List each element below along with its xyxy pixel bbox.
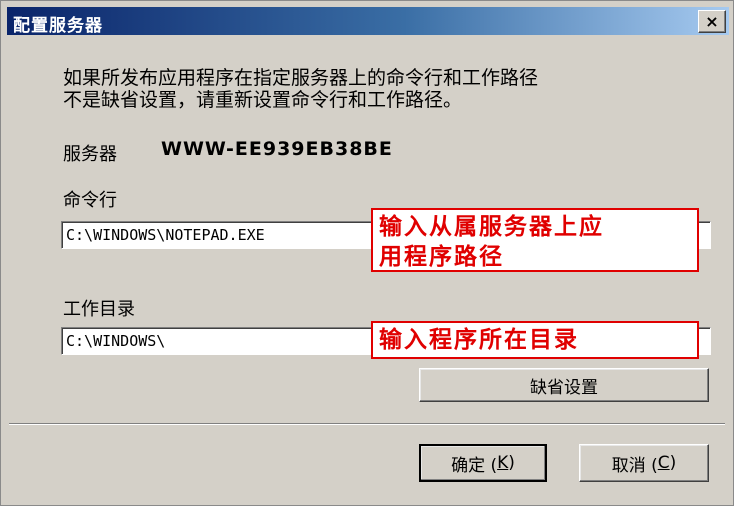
description-line-2: 不是缺省设置，请重新设置命令行和工作路径。: [63, 89, 463, 111]
annotation-line-1: 输入从属服务器上应: [379, 214, 604, 240]
description-text: 如果所发布应用程序在指定服务器上的命令行和工作路径 不是缺省设置，请重新设置命令…: [63, 67, 703, 111]
close-icon: ×: [705, 11, 719, 31]
ok-close: ): [508, 453, 515, 473]
command-line-annotation: 输入从属服务器上应 用程序路径: [371, 208, 699, 272]
work-dir-annotation: 输入程序所在目录: [371, 321, 699, 359]
window-title: 配置服务器: [13, 16, 103, 36]
server-label: 服务器: [63, 144, 117, 165]
cancel-button[interactable]: 取消 (C): [579, 444, 709, 482]
default-settings-button[interactable]: 缺省设置: [419, 368, 709, 402]
work-dir-label: 工作目录: [63, 299, 135, 320]
annotation-line-2: 用程序路径: [379, 244, 504, 270]
command-line-label: 命令行: [63, 190, 117, 211]
title-bar[interactable]: 配置服务器 ×: [7, 7, 729, 36]
description-line-1: 如果所发布应用程序在指定服务器上的命令行和工作路径: [63, 67, 539, 89]
ok-accelerator: K: [497, 453, 509, 473]
close-button[interactable]: ×: [698, 10, 726, 33]
separator: [9, 423, 725, 425]
cancel-accelerator: C: [657, 453, 670, 473]
configure-server-dialog: 配置服务器 × 如果所发布应用程序在指定服务器上的命令行和工作路径 不是缺省设置…: [0, 0, 734, 506]
ok-button[interactable]: 确定 (K): [419, 444, 547, 482]
server-name: WWW-EE939EB38BE: [161, 138, 393, 160]
cancel-label: 取消 (: [611, 455, 658, 476]
cancel-close: ): [669, 453, 677, 473]
ok-label: 确定 (: [451, 455, 498, 476]
